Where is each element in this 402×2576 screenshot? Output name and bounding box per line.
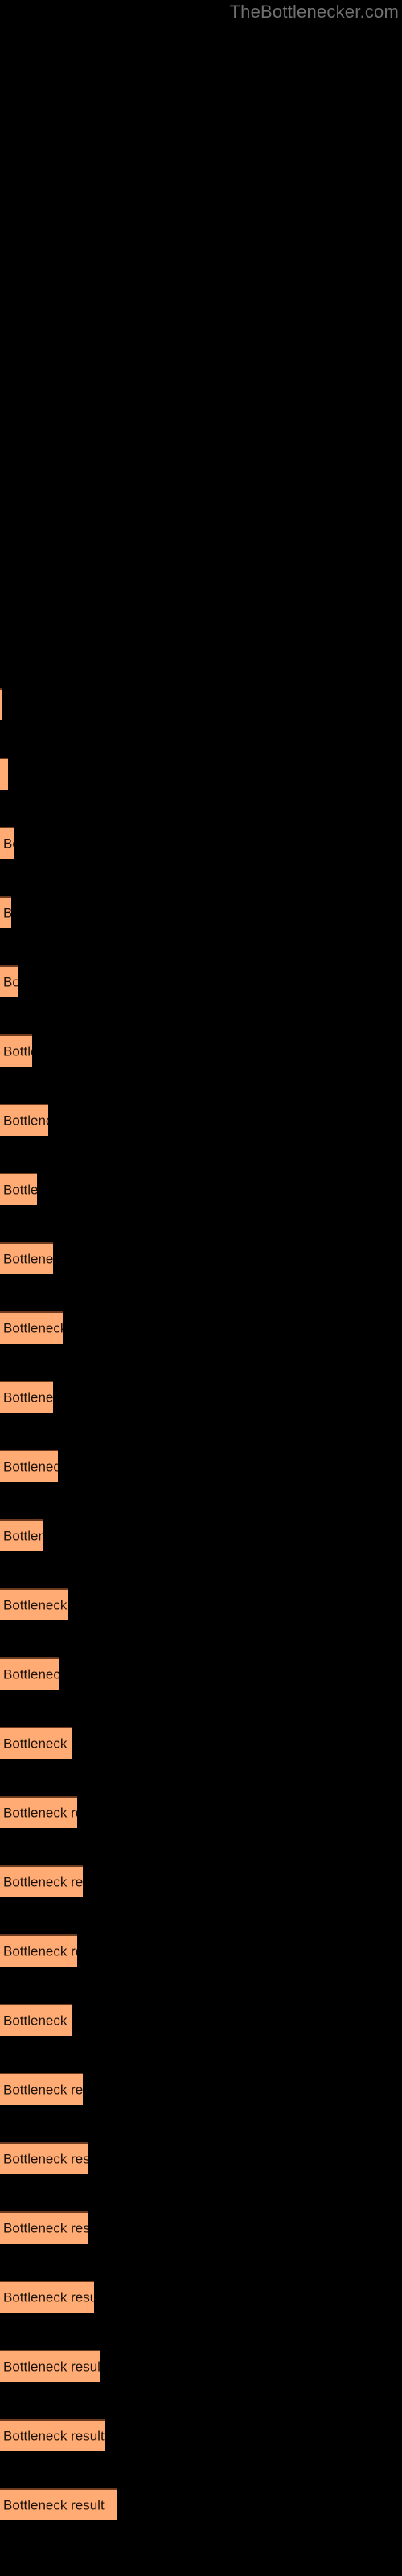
- bar[interactable]: Bottleneck result: [0, 2350, 100, 2382]
- bar[interactable]: Bottleneck result: [0, 2419, 105, 2451]
- bar-label: Bottleneck result: [3, 1113, 48, 1129]
- bar[interactable]: Bottleneck result: [0, 1173, 37, 1205]
- bar-label: Bottleneck result: [3, 1389, 53, 1406]
- bar-label: Bottleneck result: [3, 1805, 77, 1821]
- bar[interactable]: Bottleneck result: [0, 1934, 77, 1967]
- bar[interactable]: Bottleneck result: [0, 965, 18, 997]
- bar[interactable]: Bottleneck result: [0, 2488, 117, 2520]
- bar[interactable]: Bottleneck result: [0, 1450, 58, 1482]
- bar-label: Bottleneck result: [3, 1736, 72, 1752]
- bar-label: Bottleneck result: [3, 1320, 63, 1336]
- bar[interactable]: Bottleneck result: [0, 2142, 88, 2174]
- bar[interactable]: Bottleneck result: [0, 2211, 88, 2244]
- bar-label: Bottleneck result: [3, 1528, 43, 1544]
- bar-list: Bottleneck result Bottleneck result Bottle…: [0, 0, 402, 2576]
- bar[interactable]: Bottleneck result: [0, 1796, 77, 1828]
- bar-label: Bottleneck result: [3, 906, 11, 921]
- bar-label: Bottleneck result: [3, 1874, 83, 1890]
- bar-label: Bottleneck result: [3, 1597, 68, 1613]
- bar-label: Bottleneck result: [3, 974, 18, 990]
- bar[interactable]: Bottleneck result: [0, 2004, 72, 2036]
- bar-label: Bottleneck result: [3, 2497, 105, 2513]
- bar-label: Bottleneck result: [3, 1666, 59, 1682]
- bar[interactable]: Bottleneck result: [0, 2073, 83, 2105]
- bar[interactable]: Bottleneck result: [0, 1034, 32, 1067]
- bar-label: Bottleneck result: [3, 1182, 37, 1198]
- bar-label: Bottleneck result: [3, 1459, 58, 1475]
- bar-label: Bottleneck result: [3, 1251, 53, 1267]
- bar[interactable]: Bottleneck result: [0, 896, 11, 928]
- bar[interactable]: Bottleneck result: [0, 1657, 59, 1690]
- bar-label: Bottleneck result: [3, 2082, 83, 2098]
- bottleneck-bar-chart: Bottleneck result Bottleneck result Bottle…: [0, 0, 402, 2576]
- bar[interactable]: Bottleneck result: [0, 1311, 63, 1344]
- bar-label: Bottleneck result: [3, 1943, 77, 1959]
- bar[interactable]: Bottleneck result: [0, 1519, 43, 1551]
- bar[interactable]: Bottleneck result: [0, 1727, 72, 1759]
- bar[interactable]: Bottleneck result: [0, 1381, 53, 1413]
- bar[interactable]: Bottleneck result: [0, 827, 14, 859]
- bar-label: Bottleneck result: [3, 2151, 88, 2167]
- bar-label: Bottleneck result: [3, 2359, 100, 2375]
- bar-label: Bottleneck result: [3, 2428, 105, 2444]
- bar[interactable]: Bottleneck result: [0, 1104, 48, 1136]
- bar-label: Bottleneck result: [3, 2220, 88, 2236]
- bar[interactable]: Bottleneck result: [0, 1588, 68, 1620]
- bar-label: Bottleneck result: [3, 836, 14, 852]
- bar-label: Bottleneck result: [3, 1043, 32, 1059]
- bar-label: Bottleneck result: [3, 2289, 94, 2306]
- bar[interactable]: Bottleneck result: [0, 758, 8, 790]
- bar[interactable]: Bottleneck result: [0, 688, 2, 720]
- bar-label: Bottleneck result: [3, 2013, 72, 2029]
- bar[interactable]: Bottleneck result: [0, 1242, 53, 1274]
- bar[interactable]: Bottleneck result: [0, 1865, 83, 1897]
- bar[interactable]: Bottleneck result: [0, 2281, 94, 2313]
